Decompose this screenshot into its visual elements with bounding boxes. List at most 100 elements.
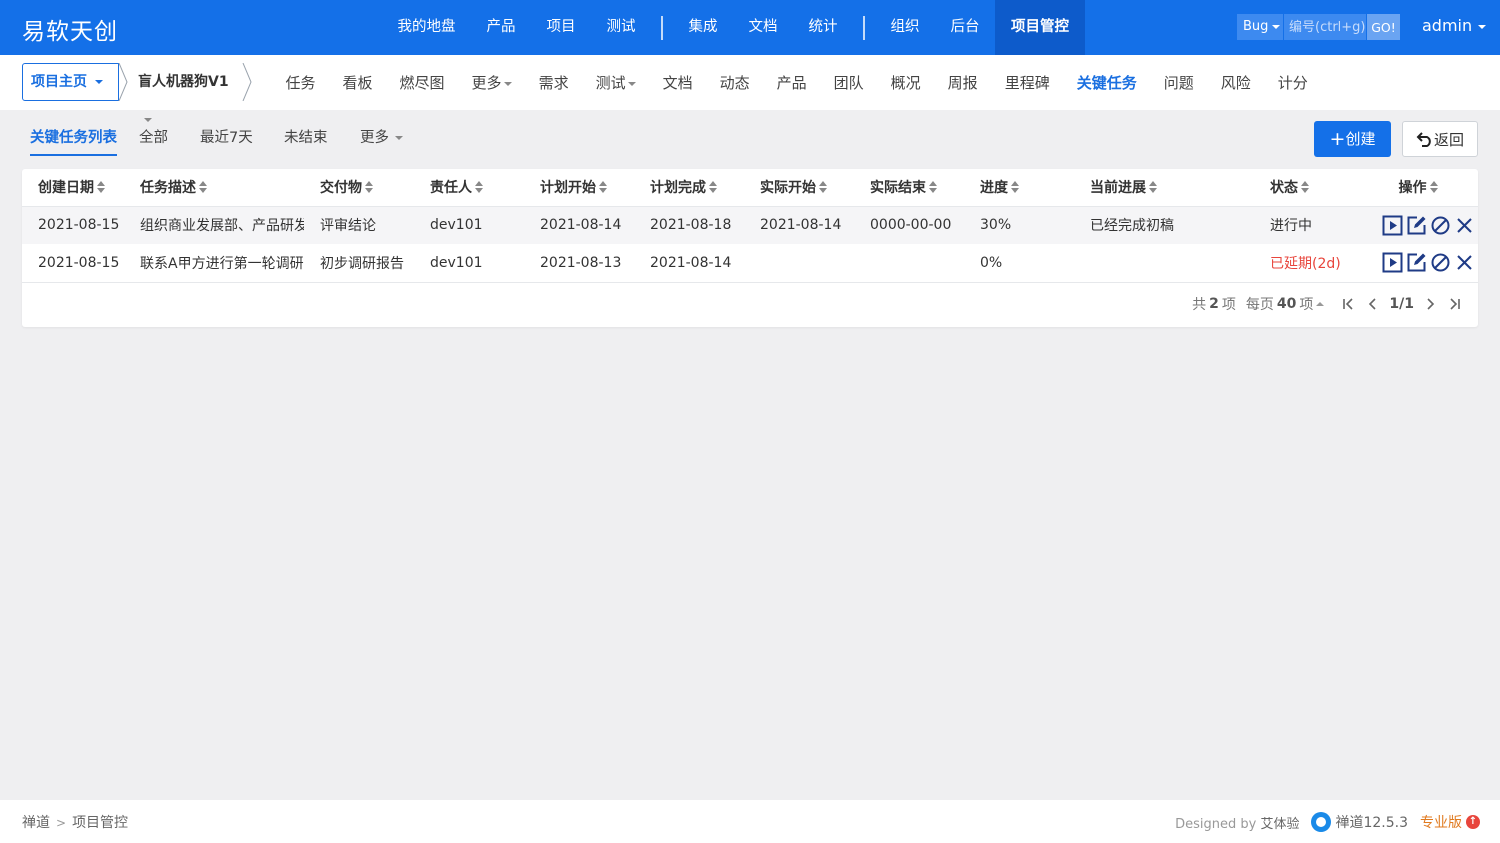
tab-story[interactable]: 需求 — [525, 72, 582, 93]
back-button[interactable]: 返回 — [1402, 121, 1478, 157]
nav-integration[interactable]: 集成 — [673, 0, 733, 55]
undo-icon — [1416, 132, 1431, 147]
nav-project-control[interactable]: 项目管控 — [995, 0, 1085, 55]
nav-divider — [661, 15, 663, 40]
cell-plan-end: 2021-08-18 — [650, 217, 732, 234]
caret-up-icon[interactable] — [1313, 299, 1327, 309]
pager-per-page-suffix: 项 — [1299, 297, 1314, 313]
nav-org[interactable]: 组织 — [875, 0, 935, 55]
cell-current-progress: 已经完成初稿 — [1090, 218, 1174, 235]
nav-my-dashboard[interactable]: 我的地盘 — [382, 0, 471, 55]
designed-by-label: Designed by — [1175, 816, 1257, 832]
prev-page-icon[interactable] — [1361, 297, 1385, 311]
start-icon[interactable] — [1382, 252, 1403, 273]
delete-icon[interactable] — [1454, 215, 1475, 236]
sort-icon — [599, 181, 607, 194]
tab-product[interactable]: 产品 — [763, 72, 820, 93]
col-progress[interactable]: 进度 — [964, 169, 1074, 207]
tab-issue[interactable]: 问题 — [1150, 72, 1207, 93]
designed-by: Designed by 艾体验 — [1175, 813, 1299, 832]
table-row[interactable]: 2021-08-15 组织商业发展部、产品研发 评审结论 dev101 2021… — [22, 206, 1478, 244]
tab-risk[interactable]: 风险 — [1207, 72, 1264, 93]
tab-test[interactable]: 测试 — [582, 72, 649, 93]
col-actual-end[interactable]: 实际结束 — [854, 169, 964, 207]
tab-dynamic[interactable]: 动态 — [706, 72, 763, 93]
delete-icon[interactable] — [1454, 252, 1475, 273]
tab-team[interactable]: 团队 — [820, 72, 877, 93]
col-label: 实际结束 — [870, 180, 926, 197]
tab-weekly[interactable]: 周报 — [934, 72, 991, 93]
col-plan-end[interactable]: 计划完成 — [634, 169, 744, 207]
filter-more[interactable]: 更多 — [360, 120, 403, 156]
edit-icon[interactable] — [1406, 215, 1427, 236]
col-label: 操作 — [1398, 180, 1427, 197]
top-header: 易软天创 我的地盘 产品 项目 测试 集成 文档 统计 组织 后台 项目管控 B… — [0, 0, 1500, 55]
filter-unfinished[interactable]: 未结束 — [284, 120, 328, 156]
tab-key-task[interactable]: 关键任务 — [1063, 72, 1150, 93]
tab-task[interactable]: 任务 — [272, 72, 329, 93]
key-task-table: 创建日期 任务描述 交付物 责任人 计划开始 计划完成 实际开始 实际结束 进度… — [22, 169, 1478, 283]
col-actual-start[interactable]: 实际开始 — [744, 169, 854, 207]
search-type-select[interactable]: Bug — [1237, 14, 1283, 40]
version-label[interactable]: 禅道12.5.3 — [1335, 812, 1408, 832]
sort-icon — [475, 181, 483, 194]
cell-deliverable: 初步调研报告 — [304, 244, 414, 283]
filter-key-task-list[interactable]: 关键任务列表 — [30, 120, 117, 156]
search-input[interactable] — [1283, 14, 1366, 40]
col-deliverable[interactable]: 交付物 — [304, 169, 414, 207]
filter-all[interactable]: 全部 — [139, 120, 168, 156]
upgrade-alert-icon[interactable]: ↑ — [1466, 815, 1480, 829]
pager-total-prefix: 共 — [1192, 297, 1207, 313]
tab-milestone[interactable]: 里程碑 — [991, 72, 1063, 93]
tab-burndown[interactable]: 燃尽图 — [386, 72, 458, 93]
cancel-icon[interactable] — [1430, 252, 1451, 273]
edit-icon[interactable] — [1406, 252, 1427, 273]
edition-label[interactable]: 专业版 — [1420, 812, 1462, 832]
sort-icon — [819, 181, 827, 194]
tab-kanban[interactable]: 看板 — [329, 72, 386, 93]
tab-more[interactable]: 更多 — [458, 72, 525, 93]
project-name: 盲人机器狗V1 — [138, 74, 229, 90]
nav-report[interactable]: 统计 — [793, 0, 853, 55]
tab-overview[interactable]: 概况 — [877, 72, 934, 93]
project-home-dropdown[interactable]: 项目主页 — [22, 63, 119, 101]
nav-product[interactable]: 产品 — [471, 0, 531, 55]
col-status[interactable]: 状态 — [1254, 169, 1358, 207]
col-plan-start[interactable]: 计划开始 — [524, 169, 634, 207]
col-task-desc[interactable]: 任务描述 — [124, 169, 304, 207]
designer-name[interactable]: 艾体验 — [1260, 817, 1299, 832]
pager-per-page[interactable]: 40 — [1277, 296, 1296, 312]
filter-last-7-days[interactable]: 最近7天 — [200, 120, 253, 156]
table-row[interactable]: 2021-08-15 联系A甲方进行第一轮调研 初步调研报告 dev101 20… — [22, 244, 1478, 283]
cell-actions — [1358, 244, 1478, 283]
breadcrumb-arrow-icon — [118, 63, 128, 101]
nav-test[interactable]: 测试 — [591, 0, 651, 55]
tab-doc[interactable]: 文档 — [649, 72, 706, 93]
cancel-icon[interactable] — [1430, 215, 1451, 236]
start-icon[interactable] — [1382, 215, 1403, 236]
col-current-progress[interactable]: 当前进展 — [1074, 169, 1254, 207]
tab-test-label: 测试 — [595, 74, 626, 92]
first-page-icon[interactable] — [1337, 297, 1361, 311]
pagination: 共 2 项 每页 40 项 1/1 — [1192, 294, 1466, 314]
col-actions[interactable]: 操作 — [1358, 169, 1478, 207]
nav-doc[interactable]: 文档 — [733, 0, 793, 55]
go-button[interactable]: GO! — [1366, 14, 1400, 40]
col-owner[interactable]: 责任人 — [414, 169, 524, 207]
brand-logo[interactable]: 易软天创 — [22, 12, 118, 46]
create-button[interactable]: +创建 — [1314, 121, 1391, 157]
nav-project[interactable]: 项目 — [531, 0, 591, 55]
last-page-icon[interactable] — [1442, 297, 1466, 311]
search-box: Bug GO! — [1237, 14, 1400, 40]
tab-score[interactable]: 计分 — [1264, 72, 1321, 93]
col-created-date[interactable]: 创建日期 — [22, 169, 124, 207]
footer-crumb-root[interactable]: 禅道 — [22, 815, 50, 831]
pager-per-page-prefix: 每页 — [1245, 297, 1274, 313]
nav-admin[interactable]: 后台 — [935, 0, 995, 55]
col-label: 进度 — [980, 180, 1008, 197]
cell-owner: dev101 — [430, 217, 483, 234]
footer-crumb-current[interactable]: 项目管控 — [72, 815, 128, 831]
next-page-icon[interactable] — [1418, 297, 1442, 311]
user-menu[interactable]: admin — [1422, 16, 1487, 35]
project-switcher[interactable]: 盲人机器狗V1 — [128, 63, 240, 122]
